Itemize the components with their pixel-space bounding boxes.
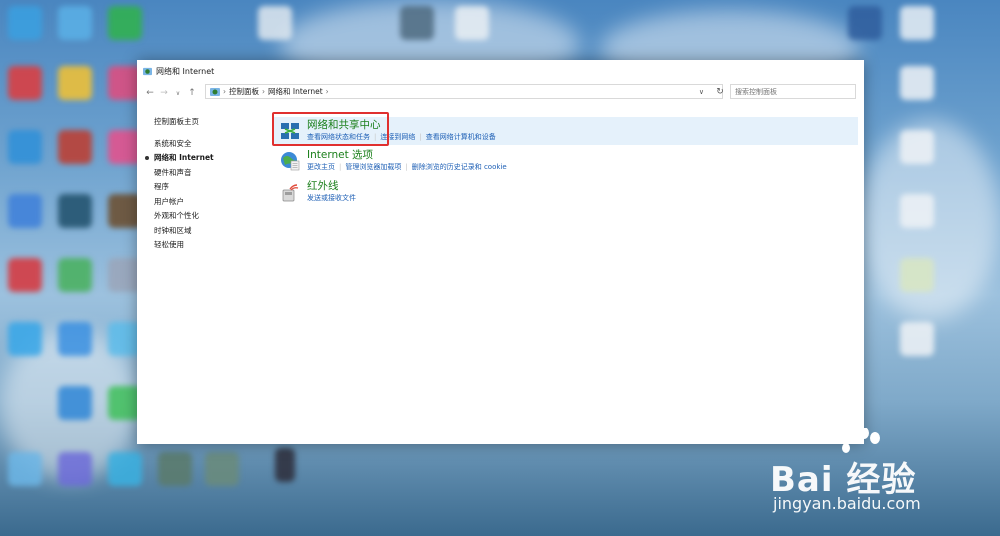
sidebar-item-system-security[interactable]: 系统和安全: [154, 137, 264, 152]
baidu-watermark: Bai 经验 jingyan.baidu.com: [770, 428, 990, 518]
category-internet-options: Internet 选项 更改主页 | 管理浏览器加载项 | 删除浏览的历史记录和 coo…: [274, 147, 858, 175]
breadcrumb-separator-icon: ›: [262, 87, 265, 96]
title-bar[interactable]: 网络和 Internet: [137, 60, 864, 82]
control-panel-icon: [210, 87, 220, 96]
link-send-receive-files[interactable]: 发送或接收文件: [307, 194, 356, 202]
link-divider: |: [339, 163, 342, 171]
watermark-url: jingyan.baidu.com: [773, 494, 921, 513]
address-bar[interactable]: › 控制面板 › 网络和 Internet › ∨: [205, 84, 723, 99]
desktop-icon[interactable]: [158, 452, 192, 486]
link-change-homepage[interactable]: 更改主页: [307, 163, 335, 171]
search-input[interactable]: [735, 88, 851, 96]
desktop-icon[interactable]: [8, 66, 42, 100]
desktop-icon[interactable]: [58, 386, 92, 420]
back-arrow-icon[interactable]: ←: [143, 88, 157, 98]
sidebar-item-network-internet[interactable]: 网络和 Internet: [145, 151, 264, 166]
desktop-icon[interactable]: [900, 258, 934, 292]
desktop-icon[interactable]: [900, 66, 934, 100]
search-box[interactable]: [730, 84, 856, 99]
desktop-icon[interactable]: [8, 6, 42, 40]
desktop-icon[interactable]: [58, 6, 92, 40]
address-dropdown-chevron-icon[interactable]: ∨: [699, 88, 704, 96]
breadcrumb-control-panel[interactable]: 控制面板: [229, 86, 259, 97]
refresh-icon[interactable]: ↻: [713, 84, 727, 99]
desktop-icon[interactable]: [8, 322, 42, 356]
desktop-icon[interactable]: [900, 322, 934, 356]
infrared-icon: [282, 184, 299, 202]
desktop-icon[interactable]: [848, 6, 882, 40]
desktop-icon[interactable]: [900, 130, 934, 164]
link-manage-addons[interactable]: 管理浏览器加载项: [345, 163, 401, 171]
sidebar-item-appearance[interactable]: 外观和个性化: [154, 209, 264, 224]
desktop-icon[interactable]: [58, 194, 92, 228]
sidebar-item-hardware-sound[interactable]: 硬件和声音: [154, 166, 264, 181]
desktop-icon[interactable]: [400, 6, 434, 40]
desktop-icon[interactable]: [275, 448, 295, 482]
up-arrow-icon[interactable]: ↑: [185, 88, 199, 98]
desktop-icon[interactable]: [205, 452, 239, 486]
link-divider: |: [419, 133, 422, 141]
control-panel-icon: [143, 67, 152, 75]
sidebar-item-ease-of-access[interactable]: 轻松使用: [154, 238, 264, 253]
link-view-network-computers[interactable]: 查看网络计算机和设备: [426, 133, 496, 141]
control-panel-window: 网络和 Internet ← → ∨ ↑ › 控制面板 › 网络和 Intern…: [137, 60, 864, 444]
sidebar-item-programs[interactable]: 程序: [154, 180, 264, 195]
desktop-icon[interactable]: [58, 66, 92, 100]
breadcrumb-separator-icon: ›: [325, 87, 329, 96]
link-delete-history[interactable]: 删除浏览的历史记录和 cookie: [412, 163, 507, 171]
link-divider: |: [405, 163, 408, 171]
internet-options-icon: [281, 152, 300, 171]
category-title-internet-options[interactable]: Internet 选项: [307, 147, 373, 162]
forward-arrow-icon[interactable]: →: [157, 88, 171, 98]
desktop-icon[interactable]: [108, 6, 142, 40]
desktop-icon[interactable]: [900, 6, 934, 40]
desktop-icon[interactable]: [58, 452, 92, 486]
desktop-icon[interactable]: [8, 452, 42, 486]
desktop-icon[interactable]: [8, 130, 42, 164]
annotation-highlight-box: [272, 112, 389, 146]
breadcrumb-network-internet[interactable]: 网络和 Internet: [268, 86, 323, 97]
category-title-infrared[interactable]: 红外线: [307, 178, 339, 193]
desktop-icon[interactable]: [8, 194, 42, 228]
desktop-icon[interactable]: [58, 258, 92, 292]
sidebar-item-control-panel-home[interactable]: 控制面板主页: [154, 115, 264, 130]
desktop-icon[interactable]: [258, 6, 292, 40]
desktop-icon[interactable]: [58, 322, 92, 356]
desktop-icon[interactable]: [58, 130, 92, 164]
window-title: 网络和 Internet: [156, 66, 215, 76]
sidebar-item-user-accounts[interactable]: 用户帐户: [154, 195, 264, 210]
sidebar-item-clock-region[interactable]: 时钟和区域: [154, 224, 264, 239]
breadcrumb-separator-icon: ›: [223, 87, 226, 96]
category-infrared: 红外线 发送或接收文件: [274, 178, 858, 206]
recent-locations-chevron-icon[interactable]: ∨: [171, 90, 185, 97]
desktop-icon[interactable]: [8, 258, 42, 292]
desktop-icon[interactable]: [455, 6, 489, 40]
sidebar: 控制面板主页 系统和安全 网络和 Internet 硬件和声音 程序 用户帐户 …: [145, 115, 264, 253]
desktop-icon[interactable]: [108, 452, 142, 486]
desktop-icon[interactable]: [900, 194, 934, 228]
